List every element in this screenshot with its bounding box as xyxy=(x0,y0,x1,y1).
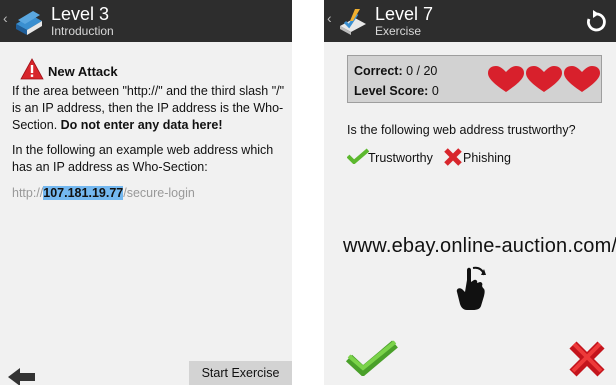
url-ip-highlight: 107.181.19.77 xyxy=(43,186,124,200)
page-title: Level 7 xyxy=(375,4,434,24)
explanation-bold: Do not enter any data here! xyxy=(60,118,223,132)
right-screen: ‹ Level 7 Exercise Correct: 0 / 20 Level… xyxy=(324,0,616,385)
check-icon xyxy=(347,148,369,164)
accept-check-icon[interactable] xyxy=(346,340,398,376)
heart-icon xyxy=(526,66,562,92)
correct-value: 0 / 20 xyxy=(406,64,438,78)
start-exercise-button[interactable]: Start Exercise xyxy=(189,361,292,385)
level-score-value: 0 xyxy=(431,84,439,98)
heart-icon xyxy=(488,66,524,92)
reject-x-icon[interactable] xyxy=(568,340,606,378)
url-prefix: http:// xyxy=(12,186,44,200)
correct-label: Correct: xyxy=(354,64,403,78)
page-title: Level 3 xyxy=(51,4,110,24)
trustworthy-label: Trustworthy xyxy=(368,151,433,165)
url-to-judge: www.ebay.online-auction.com/myebay xyxy=(343,235,616,257)
refresh-icon[interactable] xyxy=(584,9,608,33)
example-intro-text: In the following an example web address … xyxy=(12,143,274,174)
pencil-check-icon xyxy=(340,9,366,35)
page-subtitle: Introduction xyxy=(51,24,114,38)
back-chevron-icon[interactable]: ‹ xyxy=(327,11,332,25)
screen-divider xyxy=(292,0,324,385)
lives-hearts xyxy=(488,66,600,92)
warning-triangle-icon xyxy=(20,58,44,80)
phishing-label: Phishing xyxy=(463,151,511,165)
url-suffix: /secure-login xyxy=(123,186,195,200)
score-panel: Correct: 0 / 20 Level Score: 0 xyxy=(347,55,602,103)
question-text: Is the following web address trustworthy… xyxy=(347,123,576,137)
warning-title: New Attack xyxy=(48,64,118,79)
right-header: ‹ Level 7 Exercise xyxy=(324,0,616,42)
correct-count: Correct: 0 / 20 xyxy=(354,64,437,78)
level-score: Level Score: 0 xyxy=(354,84,439,98)
heart-icon xyxy=(564,66,600,92)
back-chevron-icon[interactable]: ‹ xyxy=(3,11,8,25)
level-score-label: Level Score: xyxy=(354,84,429,98)
explanation-text: If the area between "http://" and the th… xyxy=(12,83,292,134)
answer-legend: Trustworthy Phishing xyxy=(347,146,547,170)
example-url: http://107.181.19.77/secure-login xyxy=(12,186,195,200)
left-header: ‹ Level 3 Introduction xyxy=(0,0,292,42)
swipe-hand-icon xyxy=(456,266,486,310)
x-icon xyxy=(444,148,462,166)
book-icon xyxy=(16,11,42,35)
left-screen: ‹ Level 3 Introduction New Attack If the… xyxy=(0,0,292,385)
page-subtitle: Exercise xyxy=(375,24,422,38)
left-arrow-icon[interactable] xyxy=(8,368,36,385)
